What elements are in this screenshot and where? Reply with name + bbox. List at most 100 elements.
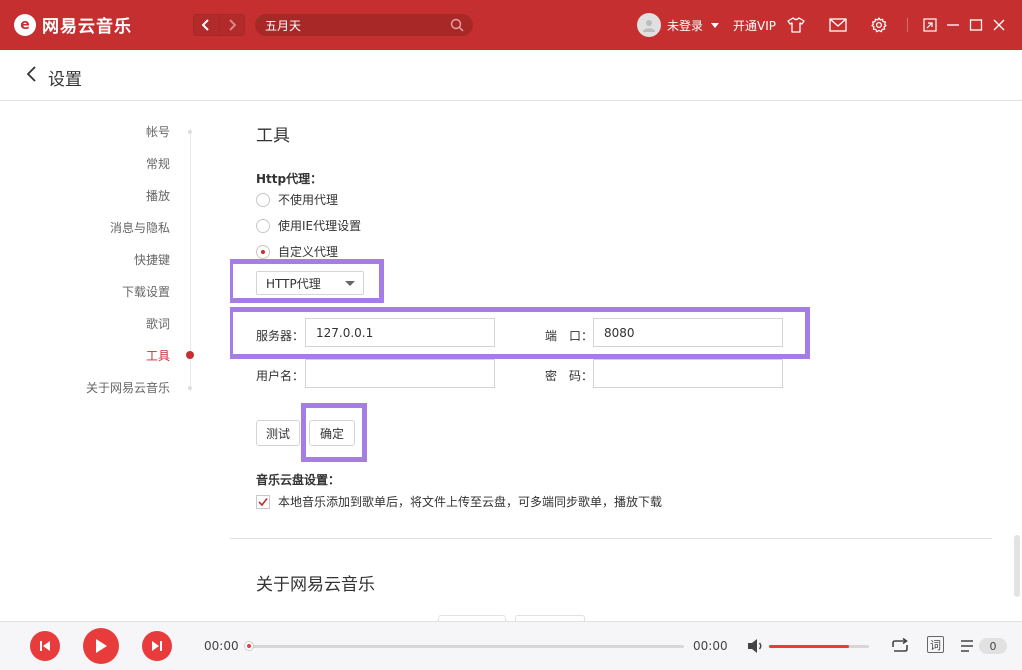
scrollbar-thumb[interactable]	[1014, 535, 1020, 597]
volume-button[interactable]	[745, 635, 767, 657]
radio-button-checked[interactable]	[256, 244, 270, 259]
search-input[interactable]	[265, 18, 445, 32]
search-box	[255, 14, 473, 36]
progress-knob[interactable]	[244, 641, 254, 651]
minimize-icon	[947, 24, 959, 26]
sidebar-item-privacy[interactable]: 消息与隐私	[10, 219, 170, 236]
avatar[interactable]	[637, 13, 661, 37]
chevron-left-icon	[202, 19, 210, 31]
volume-level	[769, 645, 849, 648]
play-icon	[96, 639, 107, 653]
netease-logo-icon: e	[14, 13, 36, 36]
proxy-type-select[interactable]: HTTP代理	[256, 271, 364, 295]
port-input[interactable]	[593, 318, 783, 347]
playlist-button[interactable]	[958, 635, 980, 657]
sidebar-item-lyrics[interactable]: 歌词	[10, 315, 170, 332]
radio-label: 不使用代理	[278, 193, 339, 207]
volume-slider[interactable]	[769, 645, 869, 648]
sidebar-item-shortcuts[interactable]: 快捷键	[10, 251, 170, 268]
radio-label: 自定义代理	[278, 245, 339, 259]
history-nav	[193, 14, 245, 36]
port-label: 端 口：	[545, 329, 594, 343]
back-arrow-icon[interactable]	[24, 64, 40, 84]
loop-mode-button[interactable]	[889, 635, 911, 657]
progress-bar[interactable]	[244, 641, 684, 651]
settings-header: 设置	[0, 50, 1022, 101]
close-button[interactable]	[989, 15, 1009, 35]
app-name: 网易云音乐	[42, 17, 132, 37]
maximize-button[interactable]	[966, 15, 986, 35]
settings-content: 工具 Http代理： 不使用代理 使用IE代理设置 自定义代理 HTTP代理 服…	[230, 101, 1000, 621]
check-icon	[258, 497, 268, 506]
playlist-icon	[961, 640, 973, 652]
confirm-button[interactable]: 确定	[309, 420, 355, 446]
proxy-type-value: HTTP代理	[266, 276, 321, 291]
checkbox-checked[interactable]	[256, 494, 270, 509]
chevron-right-icon	[229, 19, 236, 31]
back-nav-button[interactable]	[194, 15, 219, 35]
nav-dot	[188, 386, 192, 390]
server-label: 服务器：	[256, 329, 305, 343]
username-label: 用户名：	[256, 369, 305, 383]
nav-active-dot	[186, 351, 194, 359]
mini-mode-button[interactable]	[920, 15, 940, 35]
settings-sidebar: 帐号 常规 播放 消息与隐私 快捷键 下载设置 歌词 工具 关于网易云音乐	[0, 101, 210, 621]
user-silhouette-icon	[643, 20, 655, 32]
playlist-count-badge: 0	[979, 638, 1007, 654]
radio-button[interactable]	[256, 192, 270, 207]
cloud-upload-option[interactable]: 本地音乐添加到歌单后，将文件上传至云盘，可多端同步歌单，播放下载	[256, 493, 662, 510]
title-bar: e 网易云音乐 未登录 开通VIP	[0, 0, 1022, 50]
sidebar-item-download[interactable]: 下载设置	[10, 283, 170, 300]
close-icon	[993, 19, 1005, 31]
window-controls-divider	[907, 18, 908, 32]
page-title: 设置	[48, 70, 82, 90]
gear-icon	[871, 17, 887, 33]
maximize-icon	[969, 19, 983, 31]
lyrics-button[interactable]: 词	[927, 636, 944, 653]
sidebar-item-playback[interactable]: 播放	[10, 187, 170, 204]
previous-icon	[40, 641, 50, 651]
about-section-title: 关于网易云音乐	[256, 575, 375, 595]
settings-button[interactable]	[869, 15, 889, 35]
volume-icon	[748, 639, 762, 653]
previous-button[interactable]	[30, 631, 60, 661]
open-vip-link[interactable]: 开通VIP	[733, 17, 776, 34]
section-divider	[230, 538, 992, 539]
next-icon	[152, 641, 162, 651]
username-input[interactable]	[305, 359, 495, 388]
radio-no-proxy[interactable]: 不使用代理	[256, 191, 338, 208]
search-icon[interactable]	[450, 18, 464, 32]
tools-section-title: 工具	[256, 126, 290, 146]
user-menu[interactable]: 未登录	[637, 13, 720, 37]
forward-nav-button[interactable]	[218, 15, 244, 35]
current-time: 00:00	[204, 639, 239, 653]
password-label: 密 码：	[545, 369, 594, 383]
cloud-upload-label: 本地音乐添加到歌单后，将文件上传至云盘，可多端同步歌单，播放下载	[278, 495, 663, 509]
chevron-down-icon	[345, 281, 355, 286]
radio-ie-proxy[interactable]: 使用IE代理设置	[256, 217, 361, 234]
sidebar-item-account[interactable]: 帐号	[10, 123, 170, 140]
messages-button[interactable]	[828, 15, 848, 35]
radio-label: 使用IE代理设置	[278, 219, 362, 233]
server-input[interactable]	[305, 318, 495, 347]
chevron-down-icon[interactable]	[711, 22, 720, 28]
mini-mode-icon	[923, 18, 937, 32]
total-time: 00:00	[693, 639, 728, 653]
skin-button[interactable]	[786, 15, 806, 35]
app-logo[interactable]: e 网易云音乐	[14, 12, 132, 37]
play-button[interactable]	[83, 628, 119, 664]
test-button[interactable]: 测试	[256, 420, 300, 446]
login-status[interactable]: 未登录	[667, 17, 703, 34]
nav-dot	[188, 130, 192, 134]
loop-icon	[892, 638, 908, 652]
radio-button[interactable]	[256, 218, 270, 233]
mail-icon	[829, 18, 847, 32]
password-input[interactable]	[593, 359, 783, 388]
minimize-button[interactable]	[943, 15, 963, 35]
sidebar-item-general[interactable]: 常规	[10, 155, 170, 172]
radio-custom-proxy[interactable]: 自定义代理	[256, 243, 338, 260]
sidebar-item-about[interactable]: 关于网易云音乐	[10, 379, 170, 396]
http-proxy-label: Http代理：	[256, 172, 323, 186]
next-button[interactable]	[142, 631, 172, 661]
sidebar-item-tools[interactable]: 工具	[10, 347, 170, 364]
